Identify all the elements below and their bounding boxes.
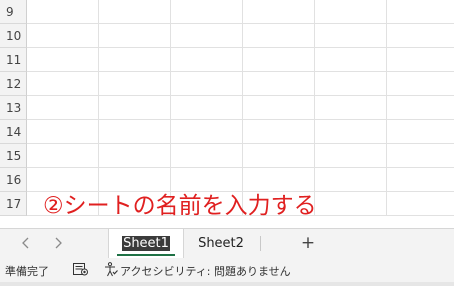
- row-cells[interactable]: [27, 120, 454, 144]
- cell[interactable]: [171, 120, 243, 144]
- cell[interactable]: [27, 72, 99, 96]
- sheet-tab-name-input[interactable]: Sheet1: [122, 236, 170, 251]
- cell[interactable]: [27, 96, 99, 120]
- cell[interactable]: [27, 24, 99, 48]
- row-cells[interactable]: [27, 0, 454, 24]
- cell[interactable]: [243, 0, 315, 24]
- add-sheet-button[interactable]: +: [298, 232, 318, 254]
- cell[interactable]: [243, 96, 315, 120]
- row-header[interactable]: 14: [0, 120, 27, 144]
- cell[interactable]: [315, 24, 387, 48]
- cell[interactable]: [315, 192, 387, 216]
- row-header[interactable]: 17: [0, 192, 27, 216]
- cell[interactable]: [171, 96, 243, 120]
- cell[interactable]: [99, 24, 171, 48]
- row-cells[interactable]: [27, 48, 454, 72]
- cell[interactable]: [243, 144, 315, 168]
- cell[interactable]: [171, 48, 243, 72]
- cell[interactable]: [171, 24, 243, 48]
- cell[interactable]: [315, 144, 387, 168]
- chevron-left-icon[interactable]: [17, 234, 35, 252]
- worksheet-grid: 9 10 11 12 13 14 15 16 17 ②シートの名前を入力する: [0, 0, 454, 228]
- grid-row: 13: [0, 96, 454, 120]
- cell[interactable]: [27, 144, 99, 168]
- grid-row: 12: [0, 72, 454, 96]
- cell[interactable]: [243, 48, 315, 72]
- grid-row: 11: [0, 48, 454, 72]
- cell[interactable]: [315, 72, 387, 96]
- row-header[interactable]: 12: [0, 72, 27, 96]
- chevron-right-icon[interactable]: [49, 234, 67, 252]
- tab-divider: [260, 236, 261, 251]
- status-bar: 準備完了 アクセシビリティ: 問題ありません: [0, 258, 454, 282]
- sheet-tab-sheet2[interactable]: Sheet2: [186, 229, 256, 258]
- grid-row: 14: [0, 120, 454, 144]
- sheet-tab-bar: Sheet1 Sheet2 +: [0, 228, 454, 258]
- row-cells[interactable]: [27, 72, 454, 96]
- cell[interactable]: [99, 120, 171, 144]
- cell[interactable]: [171, 0, 243, 24]
- instruction-annotation: ②シートの名前を入力する: [43, 193, 317, 219]
- active-tab-indicator: [117, 254, 175, 256]
- cell[interactable]: [27, 120, 99, 144]
- cell[interactable]: [243, 24, 315, 48]
- status-ready-text: 準備完了: [5, 265, 49, 278]
- cell[interactable]: [99, 0, 171, 24]
- row-header[interactable]: 10: [0, 24, 27, 48]
- row-header[interactable]: 16: [0, 168, 27, 192]
- cell[interactable]: [171, 72, 243, 96]
- cell[interactable]: [315, 0, 387, 24]
- row-cells[interactable]: [27, 96, 454, 120]
- cell[interactable]: [99, 48, 171, 72]
- row-header[interactable]: 9: [0, 0, 27, 24]
- cell[interactable]: [315, 168, 387, 192]
- grid-row: 15: [0, 144, 454, 168]
- accessibility-icon[interactable]: [104, 262, 118, 277]
- cell[interactable]: [243, 72, 315, 96]
- cell[interactable]: [99, 96, 171, 120]
- cell[interactable]: [315, 48, 387, 72]
- row-header[interactable]: 15: [0, 144, 27, 168]
- cell[interactable]: [99, 72, 171, 96]
- sheet-tab-label: Sheet2: [198, 236, 244, 251]
- cell[interactable]: [27, 0, 99, 24]
- accessibility-status-text[interactable]: アクセシビリティ: 問題ありません: [120, 263, 291, 279]
- row-header[interactable]: 13: [0, 96, 27, 120]
- cell[interactable]: [315, 96, 387, 120]
- cell[interactable]: [243, 120, 315, 144]
- cell[interactable]: [27, 48, 99, 72]
- grid-row: 9: [0, 0, 454, 24]
- cell[interactable]: [315, 120, 387, 144]
- row-cells[interactable]: [27, 144, 454, 168]
- window-bottom-edge: [0, 282, 454, 286]
- spreadsheet-window: 9 10 11 12 13 14 15 16 17 ②シートの名前を入力する S…: [0, 0, 454, 286]
- sheet-tab-sheet1[interactable]: Sheet1: [108, 229, 184, 258]
- row-cells[interactable]: [27, 24, 454, 48]
- cell[interactable]: [99, 144, 171, 168]
- row-header[interactable]: 11: [0, 48, 27, 72]
- grid-row: 10: [0, 24, 454, 48]
- cell[interactable]: [171, 144, 243, 168]
- macro-recording-icon[interactable]: [73, 263, 88, 276]
